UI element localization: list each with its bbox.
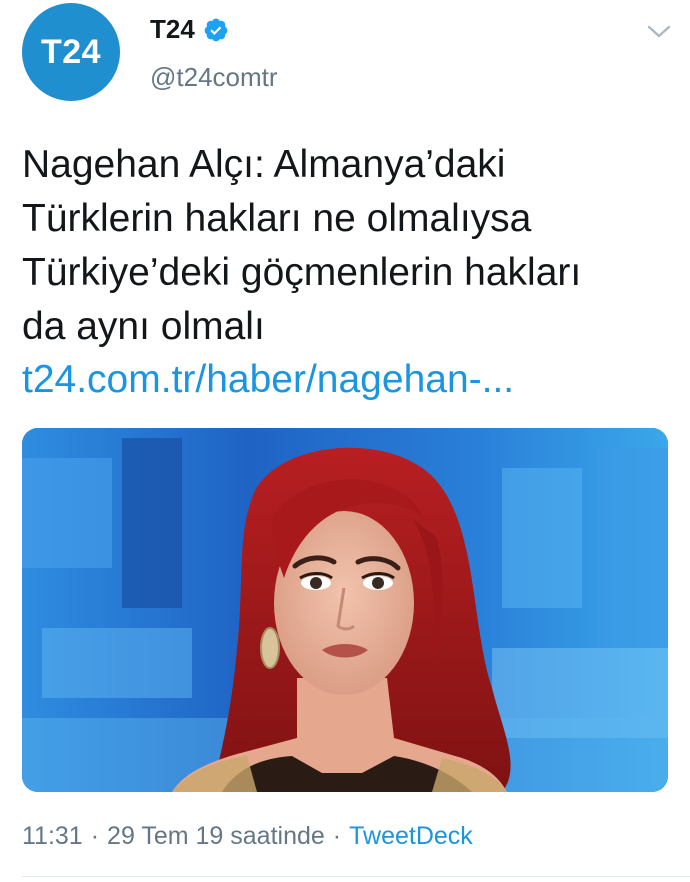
- name-row: T24: [150, 14, 229, 45]
- tweet-text-line: Türkiye’deki göçmenlerin hakları: [22, 251, 582, 294]
- verified-badge-icon: [204, 18, 228, 41]
- photo-of-woman-icon: [22, 428, 668, 792]
- tweet-text-line: da aynı olmalı: [22, 305, 265, 348]
- tweet-card: T24 T24 @t24comtr Nagehan Alçı: Almanya’…: [0, 0, 690, 882]
- tweet-date[interactable]: 29 Tem 19 saatinde: [107, 822, 325, 851]
- meta-separator: ·: [90, 822, 100, 850]
- tweet-link[interactable]: t24.com.tr/haber/nagehan-...: [22, 353, 514, 407]
- tweet-text: Nagehan Alçı: Almanya’daki Türklerin hak…: [22, 138, 662, 354]
- tweet-meta: 11:31 · 29 Tem 19 saatinde · TweetDeck: [22, 822, 473, 851]
- tweet-text-line: Türklerin hakları ne olmalıysa: [22, 197, 532, 240]
- tweet-source-link[interactable]: TweetDeck: [349, 822, 473, 851]
- tweet-time[interactable]: 11:31: [22, 822, 83, 851]
- display-name[interactable]: T24: [150, 14, 195, 45]
- divider: [22, 876, 690, 877]
- tweet-text-line: Nagehan Alçı: Almanya’daki: [22, 143, 506, 186]
- avatar-logo-text: T24: [40, 32, 102, 71]
- tweet-media-image[interactable]: [22, 428, 668, 792]
- account-avatar[interactable]: T24: [22, 3, 120, 101]
- meta-separator: ·: [332, 822, 342, 850]
- account-handle[interactable]: @t24comtr: [150, 62, 278, 93]
- chevron-down-icon[interactable]: [646, 22, 672, 42]
